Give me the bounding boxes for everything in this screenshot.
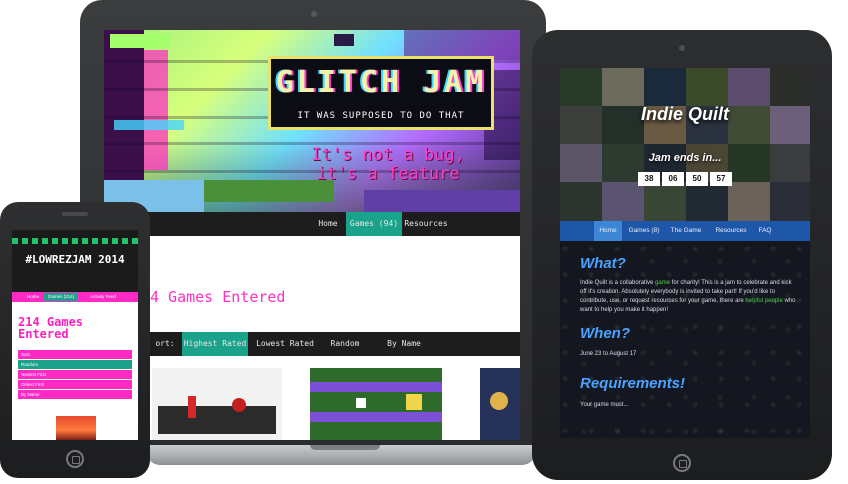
speaker-icon: [62, 212, 88, 216]
quilt-patch: [560, 182, 602, 221]
indie-quilt-banner: Indie Quilt Jam ends in... 38 06 50 57: [560, 68, 810, 221]
sort-bar: ort: Highest Rated Lowest Rated Random B…: [148, 332, 520, 356]
glitch-pixel-block: [334, 34, 354, 46]
glitch-pixel-block: [364, 190, 520, 212]
helpful-people-link[interactable]: helpful people: [745, 298, 782, 304]
quilt-patch: [770, 182, 810, 221]
glitch-pixel-block: [110, 34, 170, 48]
countdown-hours: 06: [662, 172, 684, 186]
phone-sort-newest[interactable]: Newest First: [18, 370, 132, 379]
what-heading: What?: [580, 255, 626, 272]
game-thumbnail[interactable]: [152, 368, 282, 440]
thumbnail-art: [490, 392, 508, 410]
glitch-subtitle: IT WAS SUPPOSED TO DO THAT: [297, 111, 465, 121]
quilt-patch: [728, 68, 770, 106]
requirements-text: Your game must...: [580, 402, 629, 408]
thumbnail-art: [310, 382, 442, 392]
thumbnail-art: [356, 398, 366, 408]
phnav-home[interactable]: Home: [24, 293, 42, 301]
glitch-jam-banner: GLITCH JAM IT WAS SUPPOSED TO DO THAT It…: [104, 30, 520, 212]
thumbnail-art: [158, 406, 276, 434]
thumbnail-art: [188, 396, 196, 418]
camera-icon: [311, 11, 317, 17]
sort-label: ort:: [155, 339, 175, 348]
lowrez-header: #LOWREZJAM 2014: [12, 230, 138, 292]
quilt-nav: Home Games (8) The Game Resources FAQ: [560, 221, 810, 241]
thumbnail-art: [310, 412, 442, 422]
home-button-icon[interactable]: [673, 454, 691, 472]
laptop-screen: GLITCH JAM IT WAS SUPPOSED TO DO THAT It…: [104, 30, 520, 440]
header-pixel-strip: [12, 238, 138, 244]
sort-highest-rated[interactable]: Highest Rated: [182, 332, 248, 356]
quilt-patch: [602, 68, 644, 106]
countdown-days: 38: [638, 172, 660, 186]
game-thumbnail[interactable]: [310, 368, 442, 440]
when-text: June 23 to August 17: [580, 351, 637, 357]
nav-item-home[interactable]: Home: [306, 212, 350, 236]
lowrez-title: #LOWREZJAM 2014: [25, 253, 125, 266]
lowrez-nav: Home Games (214) Activity Feed: [12, 292, 138, 302]
phone-game-thumbnail[interactable]: [56, 416, 96, 440]
quilt-patch: [644, 182, 686, 221]
quilt-patch: [686, 182, 728, 221]
nav-item-games[interactable]: Games (94): [346, 212, 402, 236]
phone-screen: #LOWREZJAM 2014 Home Games (214) Activit…: [12, 230, 138, 440]
quilt-patch: [770, 68, 810, 106]
quilt-patch: [728, 182, 770, 221]
qnav-resources[interactable]: Resources: [710, 221, 752, 241]
quilt-patch: [602, 182, 644, 221]
when-heading: When?: [580, 325, 630, 342]
camera-icon: [679, 45, 685, 51]
qnav-faq[interactable]: FAQ: [754, 221, 776, 241]
tablet-frame: Indie Quilt Jam ends in... 38 06 50 57 H…: [532, 30, 832, 480]
phnav-activity[interactable]: Activity Feed: [82, 293, 124, 301]
tablet-screen: Indie Quilt Jam ends in... 38 06 50 57 H…: [560, 68, 810, 438]
phone-sort-oldest[interactable]: Oldest First: [18, 380, 132, 389]
game-thumbnail[interactable]: [480, 368, 520, 440]
phone-sort-by-name[interactable]: By Name: [18, 390, 132, 399]
quilt-patch: [686, 68, 728, 106]
home-button-icon[interactable]: [66, 450, 84, 468]
phone-sort-random[interactable]: Random: [18, 360, 132, 369]
sort-random[interactable]: Random: [320, 332, 370, 356]
what-paragraph: Indie Quilt is a collaborative game for …: [580, 279, 796, 315]
jam-ends-label: Jam ends in...: [648, 152, 722, 164]
phone-frame: #LOWREZJAM 2014 Home Games (214) Activit…: [0, 202, 150, 478]
quilt-title: Indie Quilt: [641, 104, 729, 124]
glitch-nav: Home Games (94) Resources: [104, 212, 520, 236]
phone-sort-label: Sort:: [18, 350, 132, 359]
glitch-tagline: It's not a bug, it's a feature: [311, 145, 465, 184]
phnav-games[interactable]: Games (214): [44, 293, 78, 301]
nav-item-resources[interactable]: Resources: [402, 212, 450, 236]
thumbnail-art: [406, 394, 422, 410]
what-text: Indie Quilt is a collaborative: [580, 280, 654, 286]
games-count-heading: 4 Games Entered: [150, 288, 286, 306]
glitch-title: GLITCH JAM: [275, 65, 487, 100]
glitch-pixel-block: [114, 120, 184, 130]
countdown-minutes: 50: [686, 172, 708, 186]
sort-by-name[interactable]: By Name: [376, 332, 432, 356]
requirements-heading: Requirements!: [580, 375, 686, 392]
qnav-home[interactable]: Home: [594, 221, 622, 241]
phone-games-heading: 214 Games Entered: [18, 315, 84, 341]
qnav-the-game[interactable]: The Game: [666, 221, 706, 241]
glitch-pixel-block: [144, 50, 168, 170]
quilt-patch: [560, 68, 602, 106]
thumbnail-art: [232, 398, 246, 412]
sort-lowest-rated[interactable]: Lowest Rated: [252, 332, 318, 356]
quilt-patch: [644, 68, 686, 106]
game-link[interactable]: game: [655, 280, 670, 286]
laptop-notch: [310, 445, 380, 450]
qnav-games[interactable]: Games (8): [624, 221, 664, 241]
countdown-seconds: 57: [710, 172, 732, 186]
glitch-logo: GLITCH JAM IT WAS SUPPOSED TO DO THAT: [268, 56, 494, 130]
quilt-content: What? Indie Quilt is a collaborative gam…: [560, 241, 810, 438]
